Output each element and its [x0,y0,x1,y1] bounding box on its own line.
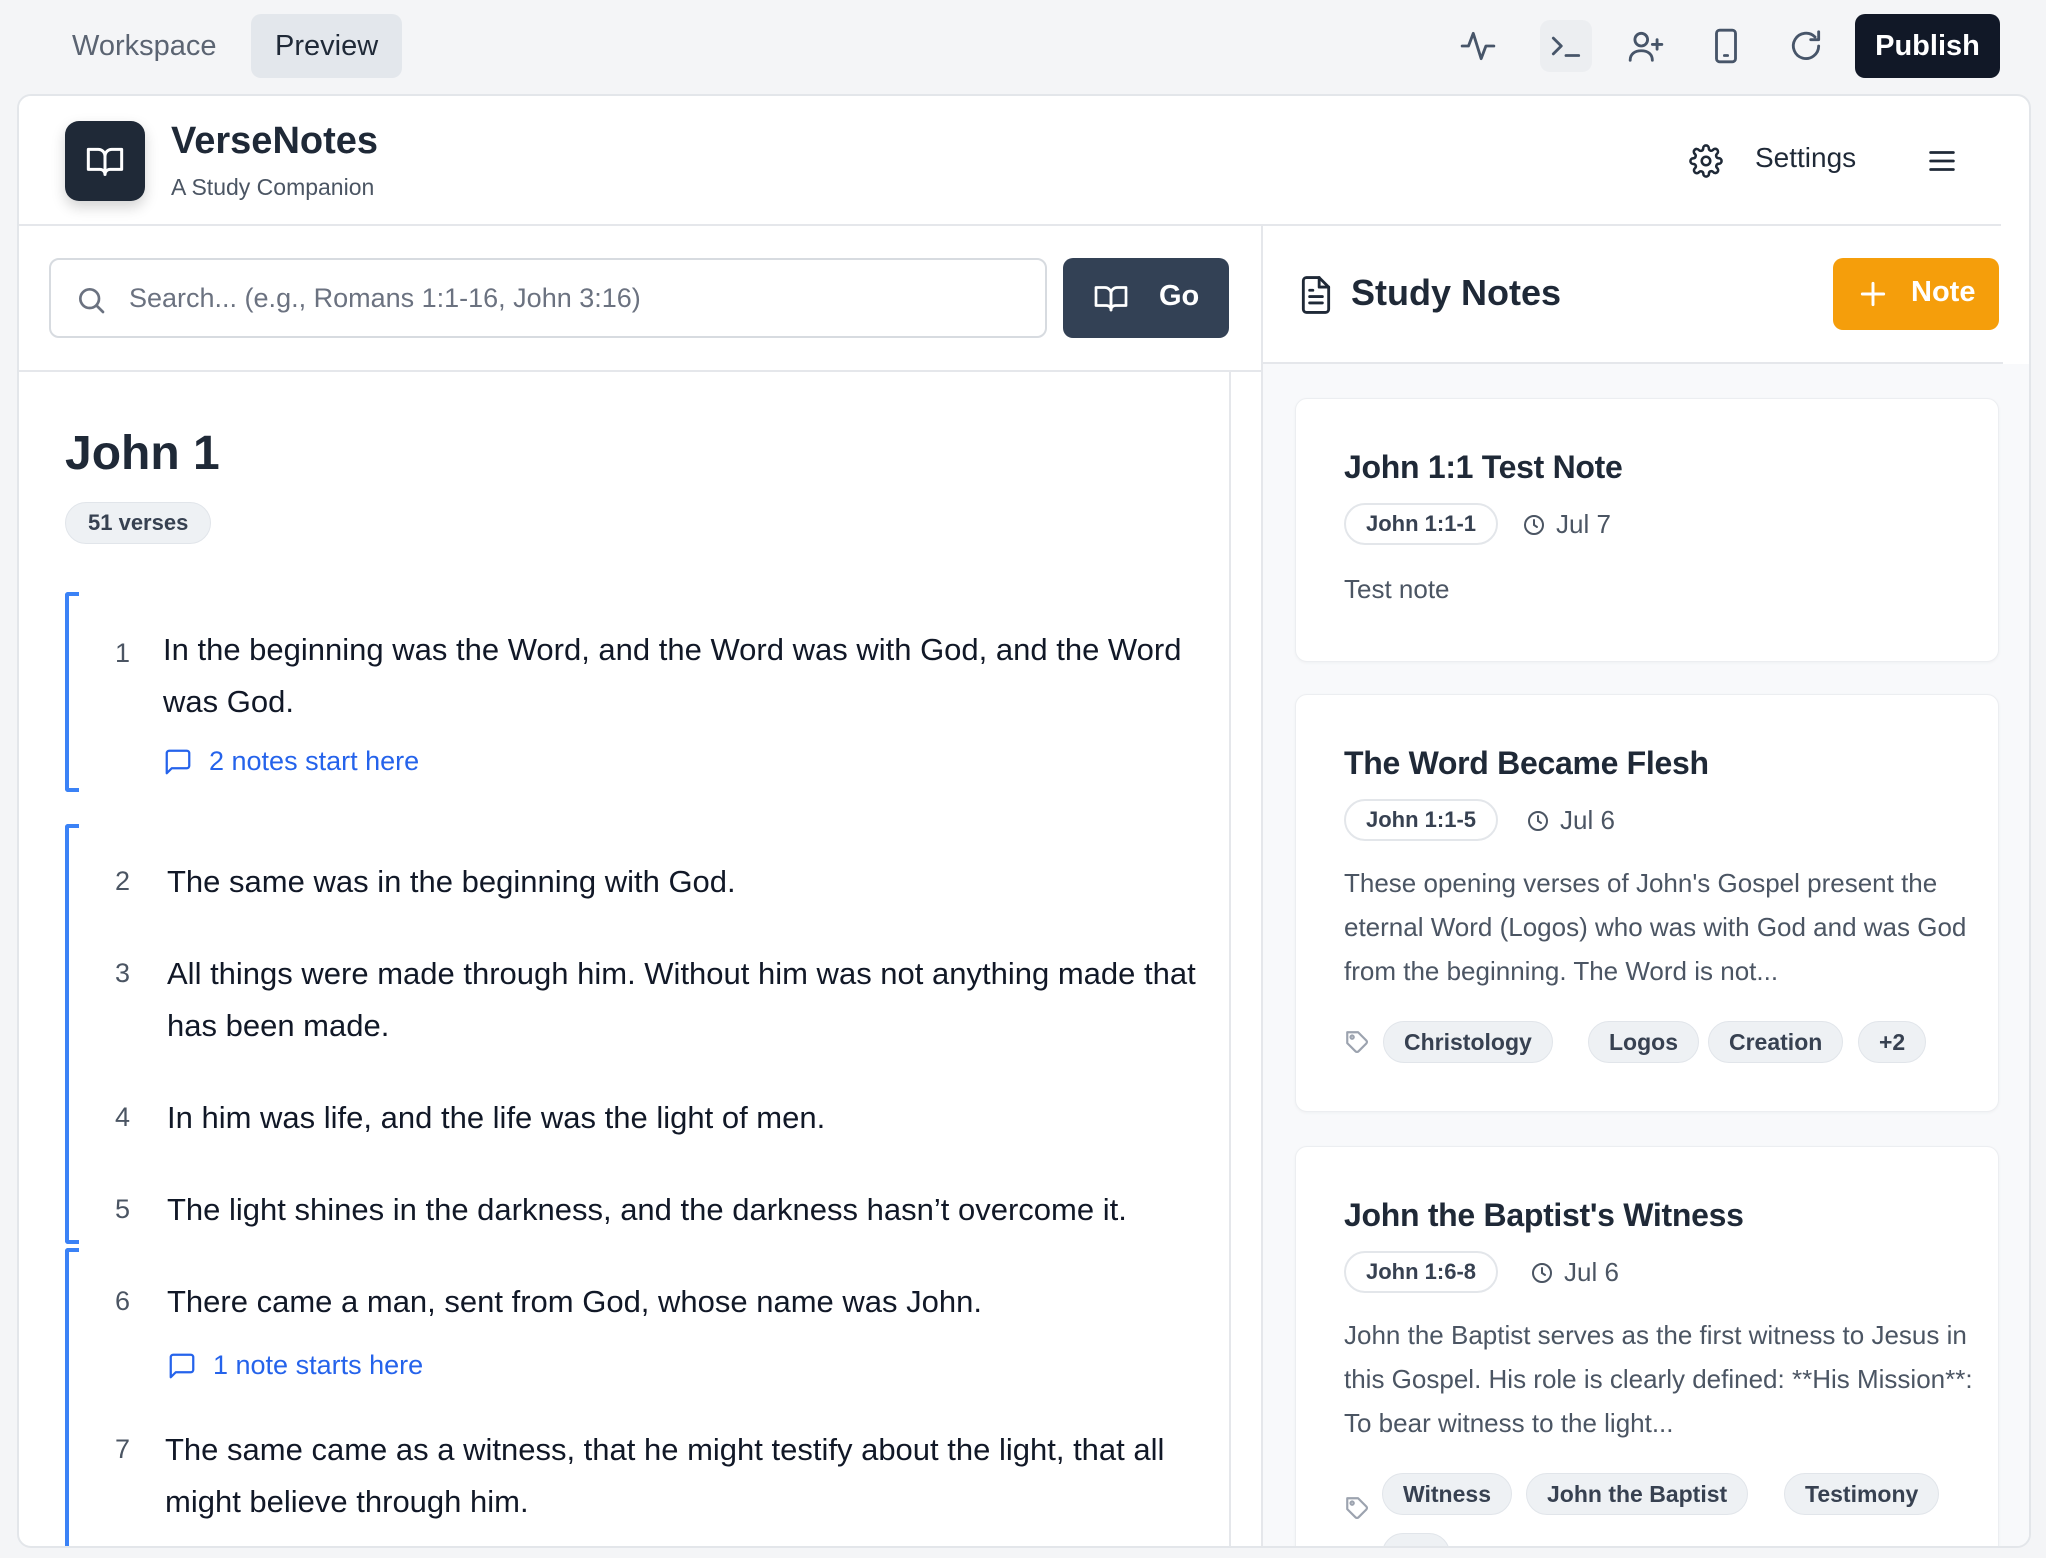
verse-text: The light shines in the darkness, and th… [167,1192,1127,1227]
tag-chip[interactable]: Logos [1588,1021,1699,1063]
search-bar [49,258,1047,338]
verse-ref-badge: John 1:6-8 [1344,1251,1499,1293]
divider [1263,362,2003,364]
activity-icon[interactable] [1452,20,1504,72]
study-notes-title: Study Notes [1351,272,1562,313]
note-range-bracket [65,1248,79,1546]
plus-icon [1860,281,1886,307]
verse-ref-badge: John 1:1-1 [1344,503,1499,545]
note-card[interactable]: John 1:1 Test Note John 1:1-1 Jul 7 Test… [1295,398,1999,662]
verse-row[interactable]: 1 In the beginning was the Word, and the… [115,624,1215,784]
app-preview-frame: VerseNotes A Study Companion Settings Go… [17,94,2031,1548]
tag-more-chip[interactable]: +1 [1382,1533,1451,1546]
verse-count-badge: 51 verses [65,502,212,544]
message-square-icon [169,1353,195,1378]
note-excerpt: These opening verses of John's Gospel pr… [1344,868,1967,986]
note-date-label: Jul 7 [1556,509,1611,539]
terminal-icon[interactable] [1540,20,1592,72]
book-open-icon [86,147,124,176]
verse-number: 4 [115,1102,131,1132]
verse-number: 5 [115,1194,131,1224]
search-input[interactable] [129,260,1029,336]
note-card[interactable]: John the Baptist's Witness John 1:6-8 Ju… [1295,1146,1999,1546]
verse-text: All things were made through him. Withou… [167,956,1196,1043]
verse-ref-badge: John 1:1-5 [1344,799,1499,841]
note-range-bracket [65,824,79,1244]
verse-text: There came a man, sent from God, whose n… [167,1284,982,1319]
tag-icon [1346,1031,1368,1053]
tag-more-chip[interactable]: +2 [1858,1021,1927,1063]
search-icon [79,288,105,314]
add-note-label: Note [1911,276,1976,308]
app-name: VerseNotes [171,120,379,162]
scrollbar[interactable] [1229,372,1231,1546]
top-toolbar: Workspace Preview Publish [0,0,2046,92]
verse-text: The same came as a witness, that he migh… [165,1432,1165,1519]
tag-chip[interactable]: Creation [1708,1021,1844,1063]
clock-icon [1524,514,1544,535]
publish-button[interactable]: Publish [1855,14,2000,78]
tag-icon [1346,1497,1368,1519]
settings-button[interactable]: Settings [1755,142,1856,174]
verse-row[interactable]: 3 All things were made through him. With… [115,948,1215,1058]
note-date: Jul 6 [1530,1257,1619,1288]
note-date: Jul 6 [1526,805,1615,836]
notes-start-link[interactable]: 1 note starts here [167,1350,423,1381]
book-open-icon [1094,286,1128,312]
note-date-label: Jul 6 [1564,1257,1619,1287]
go-button-label: Go [1159,280,1200,312]
note-date: Jul 7 [1522,509,1611,540]
divider [19,370,1261,372]
message-square-icon [165,749,191,774]
tag-chip[interactable]: Testimony [1784,1473,1940,1515]
go-button[interactable]: Go [1063,258,1229,338]
verse-row[interactable]: 6 There came a man, sent from God, whose… [115,1276,1215,1396]
tab-workspace[interactable]: Workspace [48,14,241,78]
note-excerpt: John the Baptist serves as the first wit… [1344,1320,1973,1438]
notes-start-label: 2 notes start here [209,746,420,776]
hamburger-menu-icon[interactable] [1925,144,1959,178]
clock-icon [1528,810,1548,831]
tag-chip[interactable]: Witness [1382,1473,1512,1515]
tab-preview[interactable]: Preview [251,14,403,78]
chapter-title: John 1 [65,427,220,480]
app-tagline: A Study Companion [171,174,375,200]
verse-text: In him was life, and the life was the li… [167,1100,826,1135]
verse-text: In the beginning was the Word, and the W… [163,632,1182,719]
tag-chip[interactable]: John the Baptist [1526,1473,1749,1515]
verse-number: 1 [115,638,131,668]
mobile-device-icon[interactable] [1700,20,1752,72]
notes-start-label: 1 note starts here [213,1350,424,1380]
note-date-label: Jul 6 [1560,805,1615,835]
app-header: VerseNotes A Study Companion Settings [19,96,2001,226]
verse-number: 6 [115,1286,131,1316]
add-note-button[interactable]: Note [1833,258,1999,330]
verse-row[interactable]: 4 In him was life, and the life was the … [115,1092,1215,1152]
verse-number: 2 [115,866,131,896]
verse-number: 7 [115,1434,131,1464]
note-title: The Word Became Flesh [1344,745,1709,781]
note-title: John the Baptist's Witness [1344,1197,1744,1233]
verse-row[interactable]: 7 The same came as a witness, that he mi… [115,1424,1215,1534]
note-title: John 1:1 Test Note [1344,449,1623,485]
note-excerpt: Test note [1344,574,1450,604]
add-user-icon[interactable] [1620,20,1672,72]
verse-row[interactable]: 2 The same was in the beginning with God… [115,856,1215,916]
clock-icon [1532,1262,1552,1283]
gear-icon[interactable] [1689,144,1723,178]
verse-text: The same was in the beginning with God. [167,864,736,899]
verse-number: 3 [115,958,131,988]
verse-row[interactable]: 5 The light shines in the darkness, and … [115,1184,1215,1244]
refresh-icon[interactable] [1780,20,1832,72]
document-icon [1301,276,1331,314]
tag-chip[interactable]: Christology [1383,1021,1553,1063]
note-card[interactable]: The Word Became Flesh John 1:1-5 Jul 6 T… [1295,694,1999,1112]
notes-start-link[interactable]: 2 notes start here [163,746,419,777]
note-range-bracket [65,592,79,792]
app-logo [65,121,145,201]
